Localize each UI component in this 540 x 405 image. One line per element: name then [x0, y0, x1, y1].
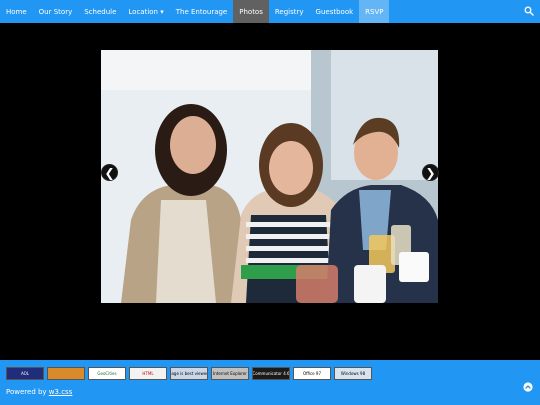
slideshow-photo: [101, 50, 438, 303]
office-badge[interactable]: Office 97: [293, 367, 331, 380]
html-badge[interactable]: HTML: [129, 367, 167, 380]
nav-location-dropdown[interactable]: Location ▾: [122, 0, 169, 23]
nav-guestbook[interactable]: Guestbook: [310, 0, 360, 23]
photo-image: [101, 50, 438, 303]
nav-home[interactable]: Home: [0, 0, 33, 23]
footer: AOL GeoCities HTML This page is best vie…: [0, 360, 540, 405]
nav-rsvp[interactable]: RSVP: [359, 0, 390, 23]
geocities-badge[interactable]: GeoCities: [88, 367, 126, 380]
aol-badge[interactable]: AOL: [6, 367, 44, 380]
badge-2[interactable]: [47, 367, 85, 380]
w3css-link[interactable]: w3.css: [49, 388, 73, 396]
powered-by-label: Powered by: [6, 388, 49, 396]
slideshow-next-button[interactable]: ❯: [422, 164, 439, 181]
best-viewed-badge[interactable]: This page is best viewed with: [170, 367, 208, 380]
badge-row: AOL GeoCities HTML This page is best vie…: [6, 367, 372, 380]
communicator-badge[interactable]: Communicator 4.6: [252, 367, 290, 380]
slideshow-prev-button[interactable]: ❮: [101, 164, 118, 181]
nav-schedule[interactable]: Schedule: [78, 0, 122, 23]
nav-registry[interactable]: Registry: [269, 0, 310, 23]
nav-our-story[interactable]: Our Story: [33, 0, 79, 23]
top-nav: Home Our Story Schedule Location ▾ The E…: [0, 0, 540, 23]
internet-explorer-badge[interactable]: Internet Explorer: [211, 367, 249, 380]
windows-badge[interactable]: Windows 98: [334, 367, 372, 380]
nav-the-entourage[interactable]: The Entourage: [170, 0, 234, 23]
nav-photos[interactable]: Photos: [233, 0, 269, 23]
powered-by: Powered by w3.css: [6, 388, 72, 396]
slideshow: ❮ ❯: [0, 23, 540, 360]
search-icon[interactable]: [524, 6, 534, 16]
scroll-to-top-icon[interactable]: [523, 382, 533, 392]
